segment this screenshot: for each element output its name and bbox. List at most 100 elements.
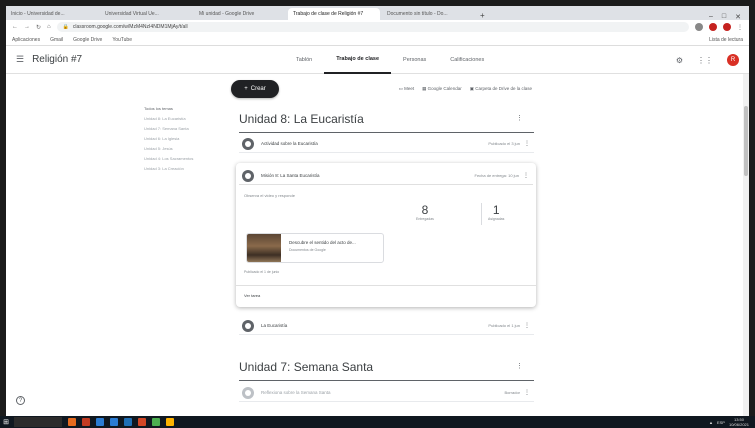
assignment-description: Observa el video y responde (244, 193, 295, 198)
forward-icon[interactable]: → (24, 24, 30, 30)
classwork-item[interactable]: Reflexiona sobre la Semana Santa Borrado… (239, 384, 534, 402)
draft-assignment-icon (242, 386, 254, 399)
stat-number: 8 (421, 203, 429, 217)
item-more-icon[interactable]: ⋮ (520, 389, 534, 396)
topic-link[interactable]: Unidad 5: Jesús (144, 144, 204, 154)
help-icon[interactable]: ? (16, 396, 25, 405)
calendar-link[interactable]: ▦ Google Calendar (422, 86, 462, 92)
taskbar-app-icon[interactable] (110, 418, 118, 426)
create-label: Crear (250, 86, 266, 92)
topic-link[interactable]: Unidad 8: La Eucaristía (144, 114, 204, 124)
classwork-item[interactable]: La Eucaristía Publicado el 1 jun ⋮ (239, 317, 534, 335)
tab-grades[interactable]: Calificaciones (438, 46, 496, 74)
tab-stream[interactable]: Tablón (284, 46, 324, 74)
class-nav: Tablón Trabajo de clase Personas Calific… (284, 46, 496, 74)
windows-taskbar: ⊞ ▲ ESP 13:50 10/06/2021 (0, 416, 755, 428)
attachment-thumbnail (247, 234, 281, 262)
taskbar-app-icon[interactable] (68, 418, 76, 426)
menu-kebab-icon[interactable]: ⋮ (737, 24, 743, 31)
extension-icon[interactable] (695, 23, 703, 31)
stat-turned-in[interactable]: 8 Entregadas (416, 203, 434, 221)
back-icon[interactable]: ← (12, 24, 18, 30)
bookmark-item[interactable]: Aplicaciones (12, 37, 40, 43)
topic-link[interactable]: Unidad 3: La Creación (144, 164, 204, 174)
browser-tab-active[interactable]: Trabajo de clase de Religión #7 (288, 8, 380, 20)
lock-icon: 🔒 (62, 24, 69, 30)
home-icon[interactable]: ⌂ (47, 24, 51, 30)
stat-assigned[interactable]: 1 Asignadas (488, 203, 504, 221)
class-title[interactable]: Religión #7 (32, 54, 82, 65)
item-due-date: Fecha de entrega: 10 jun (474, 173, 519, 178)
card-divider (236, 285, 536, 286)
bookmark-item[interactable]: Google Drive (73, 37, 102, 43)
classwork-item-expanded[interactable]: Misión 8: La Santa Eucaristía Fecha de e… (239, 167, 533, 185)
topic-more-icon[interactable]: ⋮ (516, 114, 523, 122)
expanded-assignment-card: Misión 8: La Santa Eucaristía Fecha de e… (236, 163, 536, 307)
desktop-frame: Inicio - Universidad de... Universidad V… (0, 0, 755, 428)
assignment-icon (242, 169, 254, 182)
reload-icon[interactable]: ↻ (36, 24, 41, 31)
browser-tab[interactable]: Documento sin título - Do... (382, 8, 474, 20)
apps-grid-icon[interactable]: ⋮⋮ (697, 56, 713, 65)
taskbar-app-icon[interactable] (96, 418, 104, 426)
app-header: ☰ Religión #7 Tablón Trabajo de clase Pe… (6, 46, 749, 74)
topic-divider (239, 380, 534, 381)
classwork-item[interactable]: Actividad sobre la Eucaristía Publicado … (239, 135, 534, 153)
item-more-icon[interactable]: ⋮ (520, 140, 534, 147)
assignment-icon (242, 137, 254, 150)
topic-link[interactable]: Unidad 7: Semana Santa (144, 124, 204, 134)
item-date: Publicado el 3 jun (488, 141, 520, 146)
item-more-icon[interactable]: ⋮ (520, 322, 534, 329)
reading-list[interactable]: Lista de lectura (709, 37, 743, 43)
page-scrollbar[interactable] (743, 74, 749, 416)
drive-folder-link[interactable]: ▣ Carpeta de Drive de la clase (470, 86, 532, 92)
network-icon[interactable]: ▲ (709, 420, 713, 425)
meet-label: Meet (404, 86, 415, 91)
bookmark-item[interactable]: Gmail (50, 37, 63, 43)
stat-label: Asignadas (488, 217, 505, 221)
item-status: Borrador (504, 390, 520, 395)
taskbar-app-icon[interactable] (138, 418, 146, 426)
item-title: Reflexiona sobre la Semana Santa (261, 390, 331, 395)
settings-gear-icon[interactable]: ⚙ (676, 56, 683, 65)
topic-link[interactable]: Unidad 4: Los Sacramentos (144, 154, 204, 164)
item-more-icon[interactable]: ⋮ (519, 172, 533, 179)
topic-more-icon[interactable]: ⋮ (516, 362, 523, 370)
windows-start-icon[interactable]: ⊞ (0, 416, 12, 428)
tab-classwork[interactable]: Trabajo de clase (324, 46, 392, 74)
extension-icon-red[interactable] (709, 23, 717, 31)
plus-icon: + (244, 86, 248, 92)
url-text: classroom.google.com/w/MzM4NzI4NDM1MjAy/… (72, 24, 188, 30)
topic-link[interactable]: Unidad 6: La Iglesia (144, 134, 204, 144)
taskbar-search[interactable] (14, 417, 62, 427)
topic-link-all[interactable]: Todos los temas (144, 104, 204, 114)
new-tab-icon[interactable]: + (476, 11, 489, 20)
create-button[interactable]: + Crear (231, 80, 279, 98)
profile-icon[interactable] (723, 23, 731, 31)
address-bar[interactable]: 🔒 classroom.google.com/w/MzM4NzI4NDM1MjA… (56, 22, 689, 32)
item-date: Publicado el 1 jun (488, 323, 520, 328)
scroll-thumb[interactable] (744, 106, 748, 176)
taskbar-app-icon[interactable] (124, 418, 132, 426)
topic-title: Unidad 7: Semana Santa (239, 360, 374, 374)
taskbar-app-icon[interactable] (82, 418, 90, 426)
stat-number: 1 (492, 203, 500, 217)
language-indicator[interactable]: ESP (717, 420, 725, 425)
taskbar-app-icon[interactable] (166, 418, 174, 426)
taskbar-app-icon[interactable] (152, 418, 160, 426)
topic-heading-unit7: Unidad 7: Semana Santa ⋮ (239, 360, 523, 374)
browser-tab[interactable]: Inicio - Universidad de... (6, 8, 98, 20)
topic-title: Unidad 8: La Eucaristía (239, 112, 364, 126)
view-assignment-link[interactable]: Ver tarea (244, 293, 260, 298)
topic-heading-unit8: Unidad 8: La Eucaristía ⋮ (239, 112, 523, 126)
browser-tab[interactable]: Universidad Virtual Ue... (100, 8, 192, 20)
tab-people[interactable]: Personas (391, 46, 438, 74)
bookmark-item[interactable]: YouTube (112, 37, 132, 43)
attachment-card[interactable]: Descubre el sentido del acto de... Docum… (246, 233, 384, 263)
meet-link[interactable]: ▭ Meet (399, 86, 415, 92)
browser-tab[interactable]: Mi unidad - Google Drive (194, 8, 286, 20)
material-icon (242, 319, 254, 332)
main-menu-icon[interactable]: ☰ (16, 54, 24, 65)
clock[interactable]: 13:50 10/06/2021 (729, 417, 749, 427)
avatar[interactable]: R (727, 54, 739, 66)
